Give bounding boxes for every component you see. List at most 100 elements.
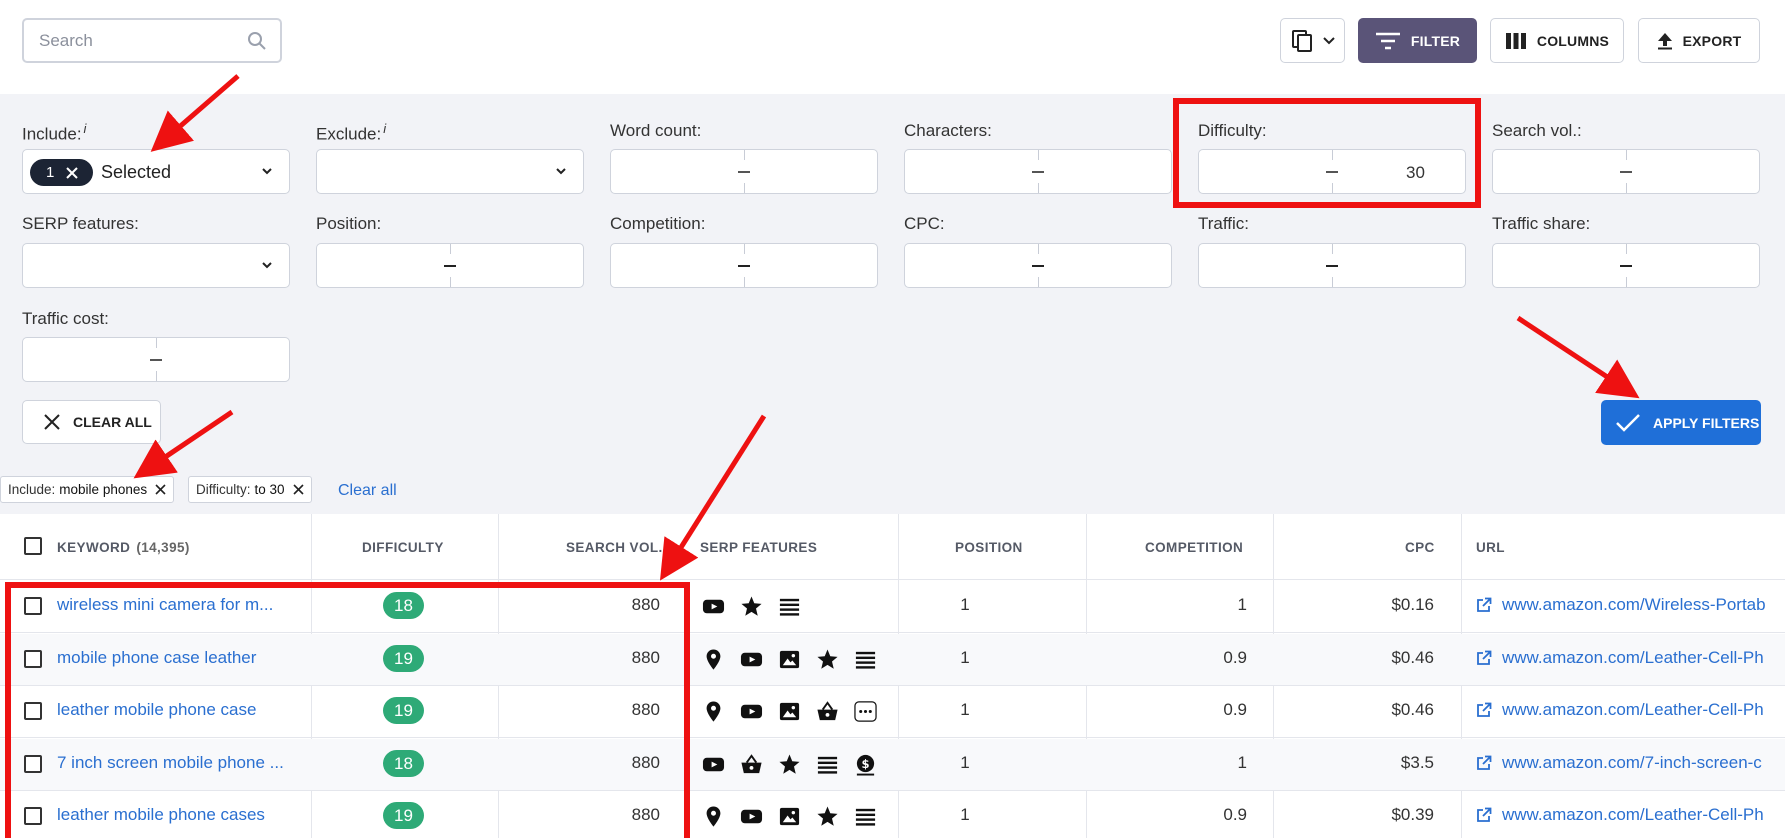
export-button[interactable]: EXPORT xyxy=(1638,18,1760,63)
serp-features-cell: $ xyxy=(702,753,877,776)
include-select[interactable]: 1 Selected xyxy=(22,149,290,194)
include-count-chip[interactable]: 1 xyxy=(30,159,93,186)
image-icon xyxy=(778,805,801,828)
pin-icon xyxy=(702,648,725,671)
cpc-value: $0.46 xyxy=(1391,700,1434,719)
traffic-range[interactable] xyxy=(1198,243,1466,288)
clear-all-link[interactable]: Clear all xyxy=(338,482,397,500)
include-count: 1 xyxy=(46,164,55,181)
search-input[interactable] xyxy=(39,31,239,51)
clear-all-button-label: CLEAR ALL xyxy=(73,414,152,430)
clear-all-button[interactable]: CLEAR ALL xyxy=(22,400,161,444)
external-link-icon xyxy=(1477,807,1492,822)
position-value: 1 xyxy=(960,805,970,824)
search-icon[interactable] xyxy=(247,31,267,51)
star-icon xyxy=(816,648,839,671)
chevron-down-icon xyxy=(262,168,272,175)
youtube-icon xyxy=(740,700,763,723)
word-count-label: Word count: xyxy=(610,121,702,140)
upload-icon xyxy=(1657,32,1672,49)
exclude-select[interactable] xyxy=(316,149,584,194)
serp-features-select[interactable] xyxy=(22,243,290,288)
url-link[interactable]: www.amazon.com/Leather-Cell-Ph xyxy=(1476,805,1764,825)
cpc-label: CPC: xyxy=(904,214,945,233)
traffic-cost-range[interactable] xyxy=(22,337,290,382)
position-value: 1 xyxy=(960,647,970,667)
youtube-icon xyxy=(702,753,725,776)
header-competition[interactable]: COMPETITION xyxy=(1145,540,1243,555)
url-text: www.amazon.com/Leather-Cell-Ph xyxy=(1502,700,1764,719)
pin-icon xyxy=(702,700,725,723)
image-icon xyxy=(778,648,801,671)
copy-dropdown-button[interactable] xyxy=(1280,18,1345,63)
copy-icon xyxy=(1291,29,1312,52)
cpc-value: $0.39 xyxy=(1391,805,1434,824)
header-search-vol[interactable]: SEARCH VOL. xyxy=(566,540,663,555)
chevron-down-icon xyxy=(556,168,566,175)
header-serp-features[interactable]: SERP FEATURES xyxy=(700,540,817,555)
header-difficulty[interactable]: DIFFICULTY xyxy=(362,540,444,555)
word-count-range[interactable] xyxy=(610,149,878,194)
search-vol-label: Search vol.: xyxy=(1492,121,1582,140)
url-link[interactable]: www.amazon.com/Leather-Cell-Ph xyxy=(1476,648,1764,668)
star-icon xyxy=(740,595,763,618)
url-text: www.amazon.com/Leather-Cell-Ph xyxy=(1502,647,1764,667)
columns-button[interactable]: COLUMNS xyxy=(1490,18,1624,63)
exclude-label: Exclude: i xyxy=(316,121,387,144)
traffic-cost-label: Traffic cost: xyxy=(22,309,109,328)
tag-value: mobile phones xyxy=(59,482,148,497)
header-cpc[interactable]: CPC xyxy=(1405,540,1435,555)
position-value: 1 xyxy=(960,700,970,719)
cpc-value: $3.5 xyxy=(1400,752,1434,772)
chevron-down-icon xyxy=(262,262,272,269)
top-toolbar: FILTER COLUMNS EXPORT xyxy=(0,0,1785,94)
export-button-label: EXPORT xyxy=(1682,32,1742,49)
header-keyword[interactable]: KEYWORD (14,395) xyxy=(57,540,190,555)
youtube-icon xyxy=(740,805,763,828)
url-link[interactable]: www.amazon.com/7-inch-screen-c xyxy=(1476,753,1762,773)
search-box[interactable] xyxy=(22,18,282,63)
traffic-share-range[interactable] xyxy=(1492,243,1760,288)
cpc-value: $0.46 xyxy=(1391,647,1434,667)
competition-value: 0.9 xyxy=(1223,700,1247,719)
columns-icon xyxy=(1505,32,1526,49)
external-link-icon xyxy=(1477,597,1492,612)
pin-icon xyxy=(702,805,725,828)
position-range[interactable] xyxy=(316,243,584,288)
url-text: www.amazon.com/Wireless-Portab xyxy=(1502,595,1766,614)
youtube-icon xyxy=(702,595,725,618)
chevron-down-icon xyxy=(1322,36,1335,44)
competition-label: Competition: xyxy=(610,214,706,233)
serp-features-cell xyxy=(702,805,877,828)
external-link-icon xyxy=(1477,650,1492,665)
active-filter-tag-include: Include: mobile phones xyxy=(0,476,175,503)
cpc-range[interactable] xyxy=(904,243,1172,288)
apply-filters-button[interactable]: APPLY FILTERS xyxy=(1601,400,1761,445)
url-link[interactable]: www.amazon.com/Leather-Cell-Ph xyxy=(1476,700,1764,720)
traffic-label: Traffic: xyxy=(1198,214,1250,233)
close-icon[interactable] xyxy=(155,484,166,495)
characters-range[interactable] xyxy=(904,149,1172,194)
image-icon xyxy=(778,700,801,723)
url-link[interactable]: www.amazon.com/Wireless-Portab xyxy=(1476,595,1766,615)
more-icon xyxy=(854,700,877,723)
competition-value: 1 xyxy=(1237,595,1247,614)
position-value: 1 xyxy=(960,595,970,614)
list-icon xyxy=(778,595,801,618)
characters-label: Characters: xyxy=(904,121,992,140)
difficulty-highlight-box xyxy=(1173,98,1481,208)
basket-icon xyxy=(816,700,839,723)
search-vol-range[interactable] xyxy=(1492,149,1760,194)
competition-range[interactable] xyxy=(610,243,878,288)
position-value: 1 xyxy=(960,752,970,772)
select-all-checkbox[interactable] xyxy=(24,537,42,555)
close-icon[interactable] xyxy=(66,166,79,179)
header-position[interactable]: POSITION xyxy=(955,540,1023,555)
close-icon xyxy=(44,414,60,430)
tag-key: Include: xyxy=(8,482,56,497)
serp-features-cell xyxy=(702,700,877,723)
header-url[interactable]: URL xyxy=(1476,540,1505,555)
position-label: Position: xyxy=(316,214,382,233)
filter-button[interactable]: FILTER xyxy=(1358,18,1477,63)
close-icon[interactable] xyxy=(292,484,304,495)
